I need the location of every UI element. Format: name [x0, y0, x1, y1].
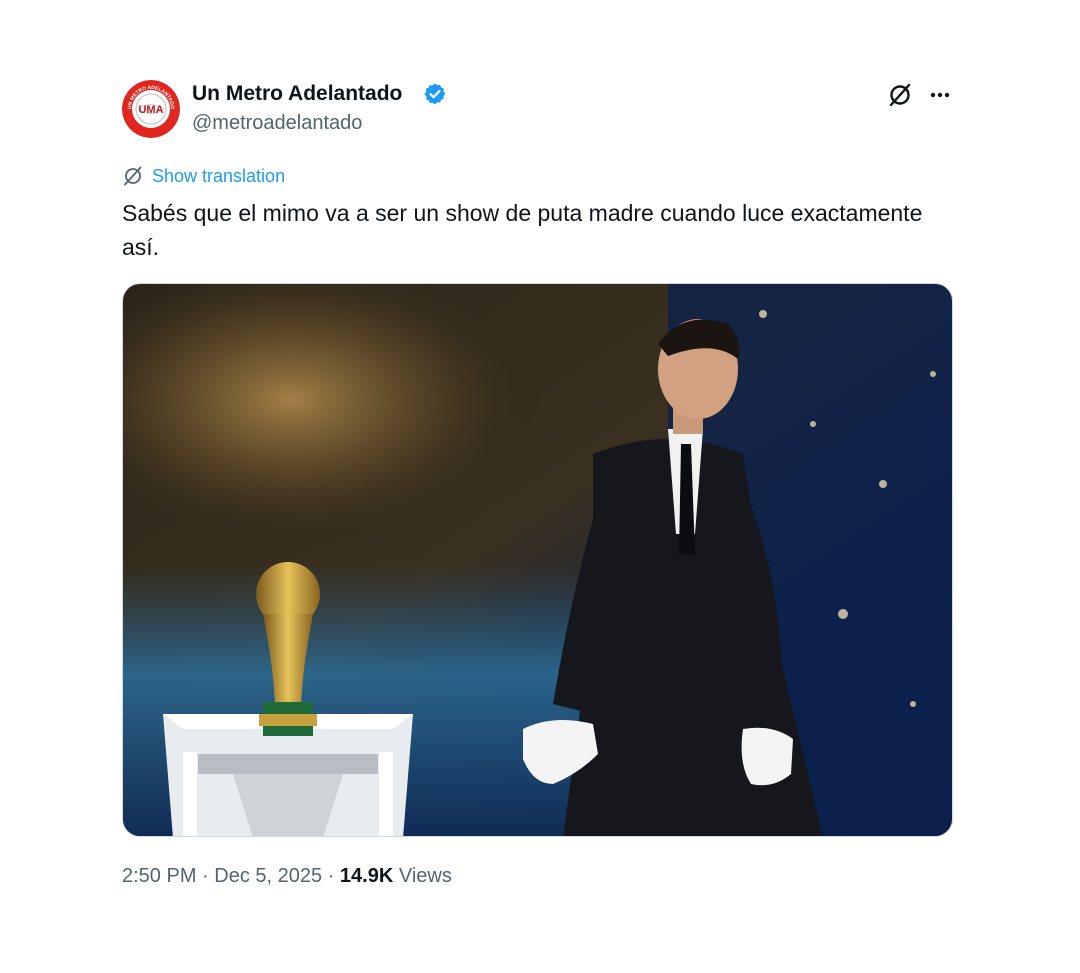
translate-slash-icon: [124, 166, 142, 186]
author-handle[interactable]: @metroadelantado: [192, 110, 362, 136]
uma-logo-avatar: UMA UN METRO ADELANTADO: [122, 80, 180, 138]
meta-separator: ·: [196, 865, 215, 887]
tweet-text: Sabés que el mimo va a ser un show de pu…: [122, 200, 923, 260]
more-dots-icon[interactable]: [925, 80, 955, 110]
tweet-media-photo[interactable]: [122, 283, 953, 837]
tweet-time[interactable]: 2:50 PM: [122, 865, 196, 887]
views-count: 14.9K: [339, 865, 394, 887]
verified-badge-icon: [423, 82, 447, 106]
tweet-date[interactable]: Dec 5, 2025: [214, 865, 322, 887]
show-translation-link[interactable]: Show translation: [122, 163, 285, 189]
grok-slash-icon[interactable]: [885, 80, 915, 110]
views-label: Views: [393, 865, 452, 887]
photo-illustration: [123, 284, 952, 836]
tweet-card: UMA UN METRO ADELANTADO Un Metro Adelant…: [0, 0, 1080, 973]
tweet-meta: 2:50 PM · Dec 5, 2025 · 14.9K Views: [122, 862, 452, 890]
author-avatar[interactable]: UMA UN METRO ADELANTADO: [122, 80, 180, 138]
show-translation-label[interactable]: Show translation: [152, 166, 285, 187]
meta-separator: ·: [322, 865, 340, 887]
author-name[interactable]: Un Metro Adelantado: [192, 80, 402, 108]
avatar-logo-text: UMA: [138, 104, 163, 116]
